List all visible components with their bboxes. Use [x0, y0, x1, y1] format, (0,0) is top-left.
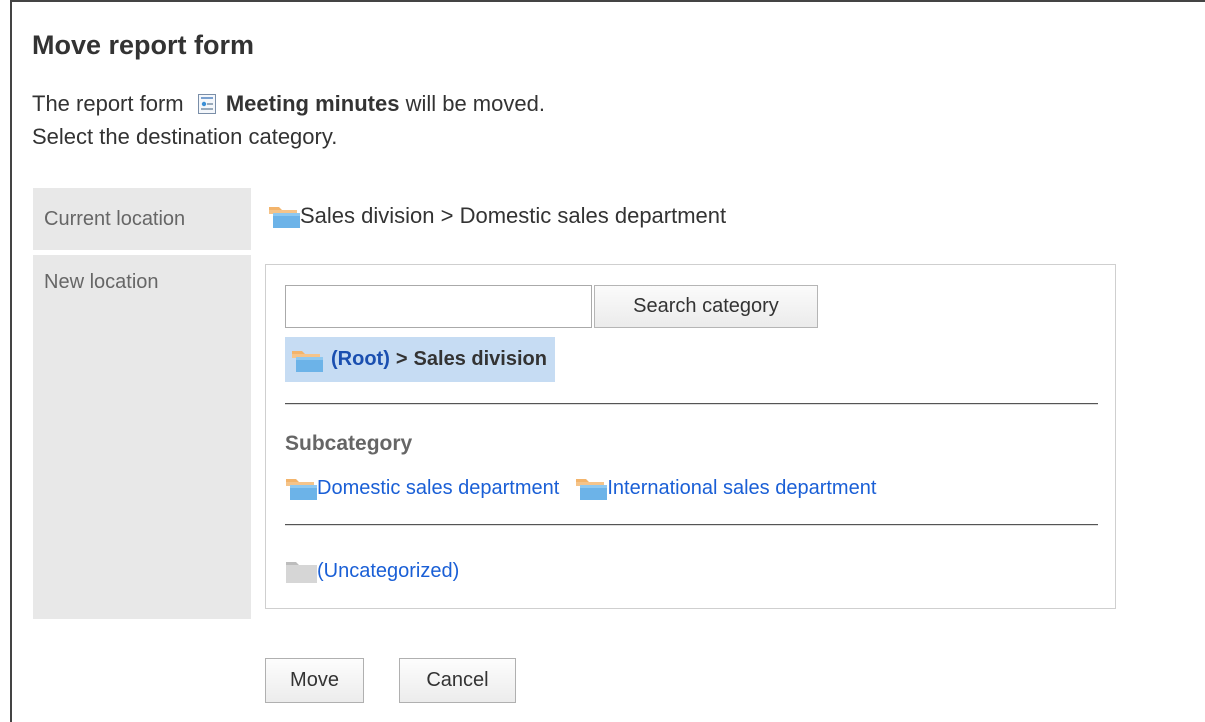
- page-title: Move report form: [32, 30, 255, 60]
- subcategory-list: Domestic sales department International …: [285, 476, 892, 500]
- divider: [285, 524, 1098, 526]
- new-location-label: New location: [33, 255, 251, 619]
- breadcrumb-current: Sales division: [413, 348, 547, 370]
- cancel-button[interactable]: Cancel: [399, 658, 516, 703]
- new-location-panel: Search category (Root) > Sales division …: [265, 264, 1116, 609]
- uncategorized-link[interactable]: (Uncategorized): [285, 559, 459, 583]
- description-line-2: Select the destination category.: [32, 124, 338, 149]
- description-suffix: will be moved.: [405, 91, 545, 116]
- breadcrumb-separator: >: [395, 348, 408, 370]
- search-category-button[interactable]: Search category: [594, 285, 818, 328]
- current-location-value: Sales division > Domestic sales departme…: [268, 203, 726, 229]
- subcategory-label: International sales department: [607, 476, 877, 499]
- description-line-1: The report form Meeting minutes will be …: [32, 87, 545, 120]
- report-form-icon: [197, 94, 216, 114]
- uncategorized-label: (Uncategorized): [317, 559, 460, 582]
- description: The report form Meeting minutes will be …: [32, 87, 545, 153]
- subcategory-link-domestic-sales[interactable]: Domestic sales department: [285, 476, 559, 500]
- move-button[interactable]: Move: [265, 658, 364, 703]
- current-location-path: Sales division > Domestic sales departme…: [300, 203, 727, 228]
- report-form-name: Meeting minutes: [225, 91, 400, 116]
- category-search-input[interactable]: [285, 285, 592, 328]
- folder-icon: [291, 348, 323, 372]
- subcategory-label: Domestic sales department: [317, 476, 560, 499]
- subcategory-heading: Subcategory: [285, 432, 413, 455]
- description-prefix: The report form: [32, 91, 184, 116]
- gray-folder-icon: [285, 559, 317, 583]
- subcategory-link-international-sales[interactable]: International sales department: [575, 476, 876, 500]
- breadcrumb: (Root) > Sales division: [285, 337, 555, 382]
- divider: [285, 403, 1098, 405]
- current-location-label: Current location: [33, 188, 251, 250]
- folder-icon: [268, 204, 300, 228]
- folder-icon: [285, 476, 317, 500]
- breadcrumb-root-link[interactable]: (Root): [331, 348, 390, 371]
- folder-icon: [575, 476, 608, 500]
